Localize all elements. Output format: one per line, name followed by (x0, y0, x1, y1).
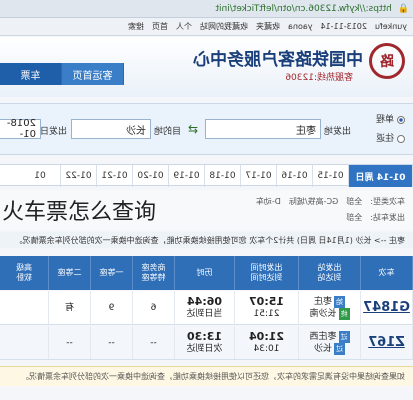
nav-tab-tickets[interactable]: 车票 (0, 63, 62, 85)
date-tab[interactable]: 01-18 (205, 165, 241, 187)
col-second: 二等座 (49, 256, 91, 290)
main-nav: 客运首页 车票 (0, 63, 124, 85)
date-label: 出发日 (39, 127, 67, 137)
station-filter: 出发车站: 全部 (346, 212, 405, 223)
bookmark-item[interactable]: 首页 (152, 21, 168, 32)
site-header: 路 中国铁路客户服务中心 客服热线:12306 客运首页 车票 (0, 37, 413, 97)
trip-type-oneway[interactable]: 单程 (376, 112, 405, 125)
date-tab[interactable]: 01-20 (133, 165, 169, 187)
second-seat-cell: -- (49, 326, 91, 359)
from-label: 出发地 (323, 127, 351, 137)
col-duration[interactable]: 历时 (175, 256, 235, 290)
search-form: 单程 往返 出发地 枣庄 ⇄ 目的地 长沙 出发日 2018-01- (0, 103, 413, 155)
bookmark-item[interactable]: 搜索 (128, 21, 144, 32)
col-softsleeper: 高级 软卧 (0, 256, 49, 290)
bookmark-item[interactable]: yaona (288, 22, 313, 31)
bookmark-item[interactable]: 收藏夹 (256, 21, 280, 32)
train-number-link[interactable]: Z167 (368, 335, 405, 350)
filter-option[interactable]: 全部 (346, 196, 362, 207)
second-seat-cell: 有 (49, 291, 91, 324)
train-cell[interactable]: Z167 (361, 326, 413, 359)
end-badge-icon: 终 (338, 307, 350, 320)
trip-type-return[interactable]: 往返 (376, 131, 405, 144)
soft-sleeper-cell (0, 291, 49, 324)
address-url[interactable]: https://kyfw.12306.cn/otn/leftTicket/ini… (215, 4, 391, 14)
train-type-label: 车次类型: (370, 197, 405, 206)
first-seat-cell: -- (91, 326, 133, 359)
date-tab[interactable]: 01-16 (277, 165, 313, 187)
pass-badge-icon: 过 (334, 342, 346, 355)
date-tab[interactable]: 01-19 (169, 165, 205, 187)
date-tab[interactable]: 01-21 (97, 165, 133, 187)
station-cell: 始枣庄 终长沙南 (299, 291, 361, 324)
depart-date-input[interactable]: 2018-01- (0, 118, 41, 140)
filter-option[interactable]: D-动车 (256, 196, 281, 207)
site-brand: 中国铁路客户服务中心 (193, 50, 363, 70)
photo-stage: 🔒 https://kyfw.12306.cn/otn/leftTicket/i… (0, 0, 413, 400)
nav-tab-home[interactable]: 客运首页 (62, 63, 124, 85)
train-number-link[interactable]: G1847 (363, 300, 410, 315)
table-row[interactable]: G1847 始枣庄 终长沙南 15:07 21:51 06:44 当日到达 6 … (0, 291, 413, 325)
date-tab[interactable]: 01-17 (241, 165, 277, 187)
duration-cell: 13:30 次日到达 (175, 326, 235, 359)
trip-type-group: 单程 往返 (376, 112, 405, 144)
first-seat-cell: 9 (91, 291, 133, 324)
to-label: 目的地 (153, 127, 181, 137)
radio-icon[interactable] (397, 134, 405, 143)
result-summary: 枣庄 --> 长沙 (1月14日 周日) 共计2个车次 您可使用接续换乘功能，查… (0, 232, 413, 248)
col-train[interactable]: 车次 (361, 256, 413, 290)
caption-overlay: 火车票怎么查询 (2, 200, 157, 225)
lock-icon: 🔒 (397, 3, 409, 14)
business-seat-cell: -- (133, 326, 175, 359)
duration-cell: 06:44 当日到达 (175, 291, 235, 324)
filter-option[interactable]: 全部 (346, 212, 362, 223)
results-table-header: 车次 出发站 到达站 出发时间 到达时间 历时 商务座 特等座 一等座 二等座 … (0, 256, 413, 290)
railway-logo-icon: 路 (369, 43, 405, 79)
radio-icon[interactable] (397, 115, 405, 124)
bookmark-item[interactable]: 2013-11-14 (320, 22, 367, 31)
start-badge-icon: 始 (334, 295, 346, 308)
browser-address-bar[interactable]: 🔒 https://kyfw.12306.cn/otn/leftTicket/i… (0, 0, 413, 18)
bookmark-item[interactable]: yunkefu (375, 22, 407, 31)
col-business: 商务座 特等座 (133, 256, 175, 290)
transfer-tip: 如果查询结果中没有满足需求的车次，您还可以使用接续换乘功能，查询途中换乘一次的部… (0, 366, 413, 386)
time-cell: 21:04 10:34 (235, 326, 299, 359)
date-strip: 01-14 周日 01-15 01-16 01-17 01-18 01-19 0… (0, 164, 413, 187)
to-station-input[interactable]: 长沙 (71, 119, 151, 139)
date-tab[interactable]: 01 (20, 165, 61, 187)
station-cell: 过枣庄西 过长沙 (299, 326, 361, 359)
bookmark-item[interactable]: 收藏我的网站 (200, 21, 248, 32)
station-filter-label: 出发车站: (370, 213, 405, 222)
col-stations[interactable]: 出发站 到达站 (299, 256, 361, 290)
hotline-text: 客服热线:12306 (285, 73, 353, 83)
swap-stations-icon[interactable]: ⇄ (185, 122, 201, 136)
col-first: 一等座 (91, 256, 133, 290)
date-tab[interactable]: 01-22 (61, 165, 97, 187)
time-cell: 15:07 21:51 (235, 291, 299, 324)
bookmarks-bar: yunkefu 2013-11-14 yaona 收藏夹 收藏我的网站 个人 首… (0, 18, 413, 36)
filter-option[interactable]: GC-高铁/城际 (289, 196, 338, 207)
soft-sleeper-cell (0, 326, 49, 359)
bookmark-item[interactable]: 个人 (176, 21, 192, 32)
train-cell[interactable]: G1847 (361, 291, 413, 324)
date-tab[interactable]: 01-15 (313, 165, 349, 187)
date-tab[interactable]: 01-14 周日 (349, 165, 413, 187)
business-seat-cell: 6 (133, 291, 175, 324)
pass-badge-icon: 过 (338, 330, 350, 343)
train-type-filter: 车次类型: 全部 GC-高铁/城际 D-动车 (256, 196, 405, 207)
col-times[interactable]: 出发时间 到达时间 (235, 256, 299, 290)
table-row[interactable]: Z167 过枣庄西 过长沙 21:04 10:34 13:30 次日到达 -- … (0, 326, 413, 360)
from-station-input[interactable]: 枣庄 (205, 119, 321, 139)
